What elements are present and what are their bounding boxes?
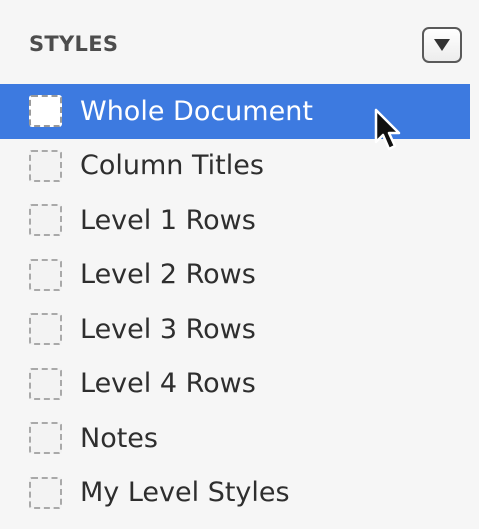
style-swatch-icon (29, 476, 62, 509)
style-item-my-level-styles[interactable]: My Level Styles (0, 466, 479, 521)
style-item-label: Level 3 Rows (80, 313, 256, 345)
style-item-label: My Level Styles (80, 477, 290, 509)
styles-header: STYLES (0, 0, 479, 84)
style-item-label: Level 2 Rows (80, 259, 256, 291)
style-swatch-icon (29, 149, 62, 182)
style-item-notes[interactable]: Notes (0, 411, 479, 466)
style-item-label: Level 4 Rows (80, 368, 256, 400)
mouse-pointer-icon (374, 108, 401, 151)
triangle-down-icon (434, 39, 450, 51)
style-item-level-3-rows[interactable]: Level 3 Rows (0, 302, 479, 357)
style-swatch-icon (29, 422, 62, 455)
style-item-level-2-rows[interactable]: Level 2 Rows (0, 248, 479, 303)
style-item-level-4-rows[interactable]: Level 4 Rows (0, 357, 479, 412)
style-swatch-icon (29, 204, 62, 237)
style-swatch-icon (29, 258, 62, 291)
style-item-level-1-rows[interactable]: Level 1 Rows (0, 193, 479, 248)
style-item-column-titles[interactable]: Column Titles (0, 139, 479, 194)
style-item-label: Notes (80, 422, 158, 454)
styles-menu-button[interactable] (422, 27, 462, 63)
style-item-label: Level 1 Rows (80, 204, 256, 236)
style-item-label: Whole Document (80, 95, 313, 127)
style-item-label: Column Titles (80, 150, 264, 182)
style-swatch-icon (29, 95, 62, 128)
styles-list: Whole Document Column Titles Level 1 Row… (0, 84, 479, 520)
style-swatch-icon (29, 313, 62, 346)
styles-panel: STYLES Whole Document Column Titles Leve… (0, 0, 479, 529)
styles-title: STYLES (29, 32, 119, 56)
style-swatch-icon (29, 367, 62, 400)
